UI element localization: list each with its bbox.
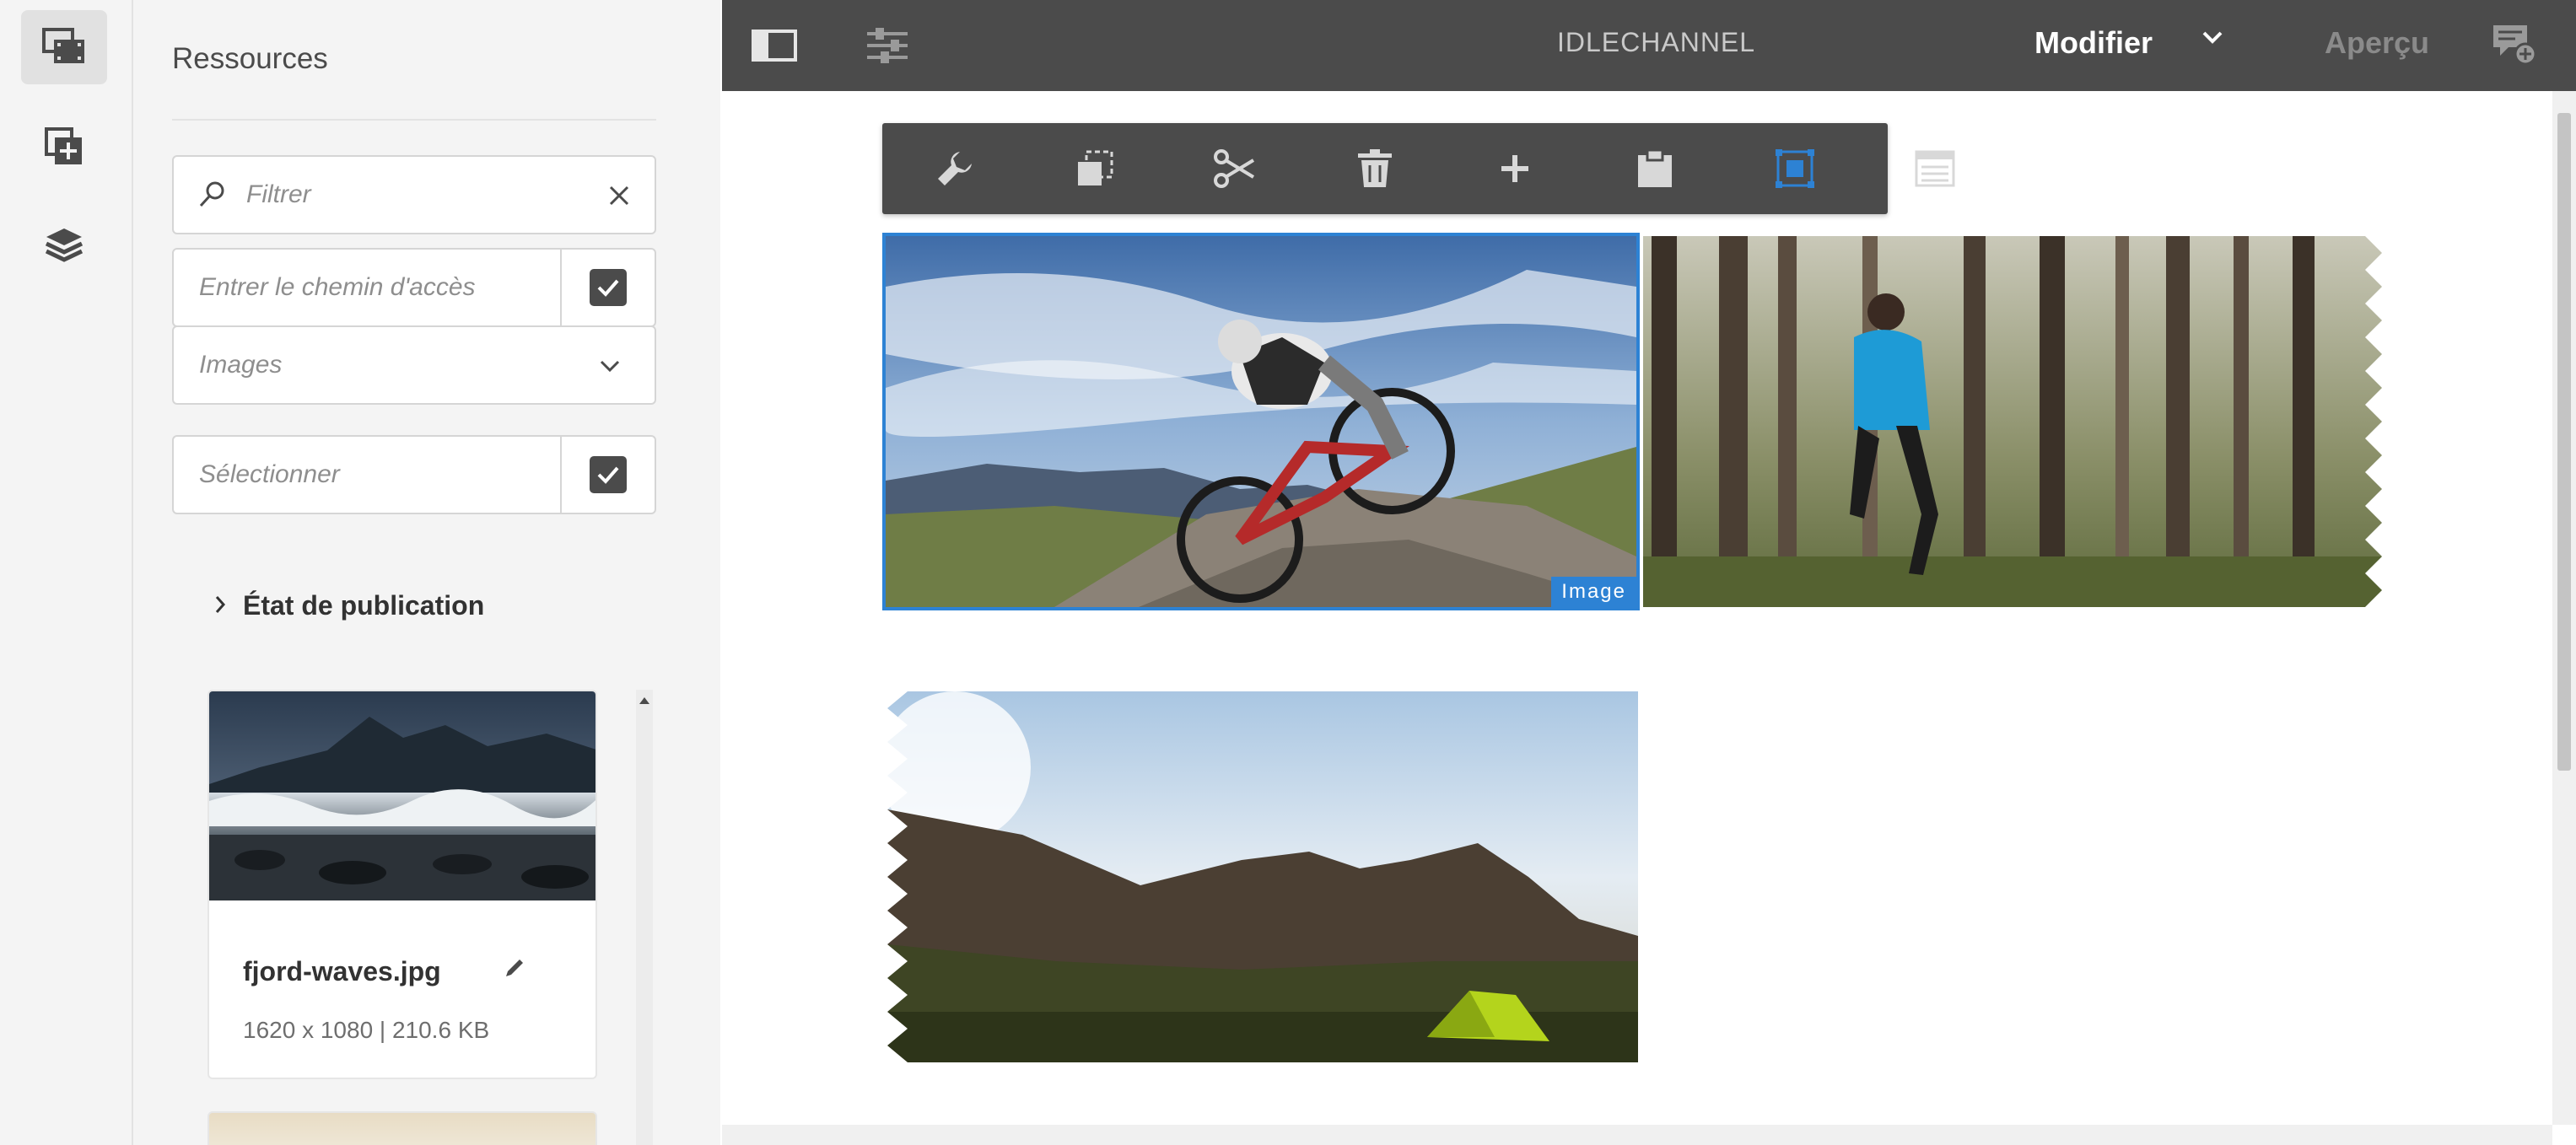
top-header: IDLECHANNEL Modifier Aperçu [722, 0, 2576, 91]
components-icon[interactable] [21, 110, 107, 184]
wrench-icon[interactable] [930, 143, 980, 194]
preview-button[interactable]: Aperçu [2325, 25, 2429, 61]
scissors-icon[interactable] [1210, 143, 1260, 194]
page-properties-icon[interactable] [864, 24, 911, 72]
path-browse-button[interactable] [560, 250, 655, 325]
asset-card[interactable] [207, 1111, 597, 1145]
scroll-up-icon[interactable] [639, 693, 649, 708]
asset-list-scrollbar[interactable] [636, 690, 653, 1145]
image-component-selected[interactable]: Image [882, 233, 1640, 610]
type-select[interactable]: Images [172, 325, 656, 405]
copy-icon[interactable] [1070, 143, 1120, 194]
path-field[interactable]: Entrer le chemin d'accès [172, 248, 656, 327]
mountain-bike-photo [886, 236, 1636, 607]
mountain-tent-photo [887, 691, 1638, 1062]
toggle-side-panel-icon[interactable] [751, 24, 798, 72]
search-icon [197, 180, 226, 213]
publication-status-toggle[interactable]: État de publication [214, 590, 484, 621]
editor-horizontal-scrollbar[interactable] [722, 1125, 2552, 1145]
plus-icon[interactable] [1490, 143, 1540, 194]
editor-scrollbar[interactable] [2552, 91, 2576, 1125]
panel-title: Ressources [172, 42, 328, 75]
asset-meta: 1620 x 1080 | 210.6 KB [243, 1017, 490, 1043]
divider [172, 119, 656, 121]
chevron-right-icon [214, 590, 226, 621]
image-component[interactable] [1643, 236, 2385, 607]
filter-input[interactable]: Filtrer [246, 180, 311, 209]
pencil-icon[interactable] [503, 954, 528, 984]
asset-name: fjord-waves.jpg [243, 956, 441, 986]
channel-name: IDLECHANNEL [1557, 27, 1756, 57]
clear-icon[interactable] [609, 185, 629, 210]
check-icon [590, 269, 627, 306]
assets-icon[interactable] [21, 10, 107, 84]
forest-runner-photo [1643, 236, 2385, 607]
chevron-down-icon [599, 359, 621, 377]
path-input[interactable]: Entrer le chemin d'accès [199, 273, 476, 302]
select-browse-button[interactable] [560, 437, 655, 513]
check-icon [590, 456, 627, 493]
assets-panel: Ressources Filtrer Entrer le chemin d'ac… [133, 0, 720, 1145]
clipboard-icon[interactable] [1630, 143, 1680, 194]
filter-field[interactable]: Filtrer [172, 155, 656, 234]
image-component[interactable] [887, 691, 1638, 1062]
layout-icon[interactable] [1910, 143, 1960, 194]
select-input[interactable]: Sélectionner [199, 460, 340, 489]
select-field[interactable]: Sélectionner [172, 435, 656, 514]
side-rail [0, 0, 133, 1145]
page-editor: Image [722, 91, 2576, 1145]
group-icon[interactable] [1770, 143, 1820, 194]
component-label: Image [1551, 577, 1636, 607]
type-select-value: Images [199, 351, 283, 379]
content-tree-icon[interactable] [21, 207, 107, 282]
chevron-down-icon[interactable] [2201, 30, 2223, 48]
publication-status-label: État de publication [243, 590, 485, 621]
component-toolbar [882, 123, 1955, 214]
scrollbar-thumb[interactable] [2557, 113, 2571, 771]
annotate-icon[interactable] [2490, 22, 2537, 70]
asset-card[interactable]: fjord-waves.jpg 1620 x 1080 | 210.6 KB [207, 690, 597, 1079]
trash-icon[interactable] [1350, 143, 1400, 194]
asset-thumbnail[interactable] [209, 691, 595, 900]
mode-selector[interactable]: Modifier [2034, 25, 2153, 61]
